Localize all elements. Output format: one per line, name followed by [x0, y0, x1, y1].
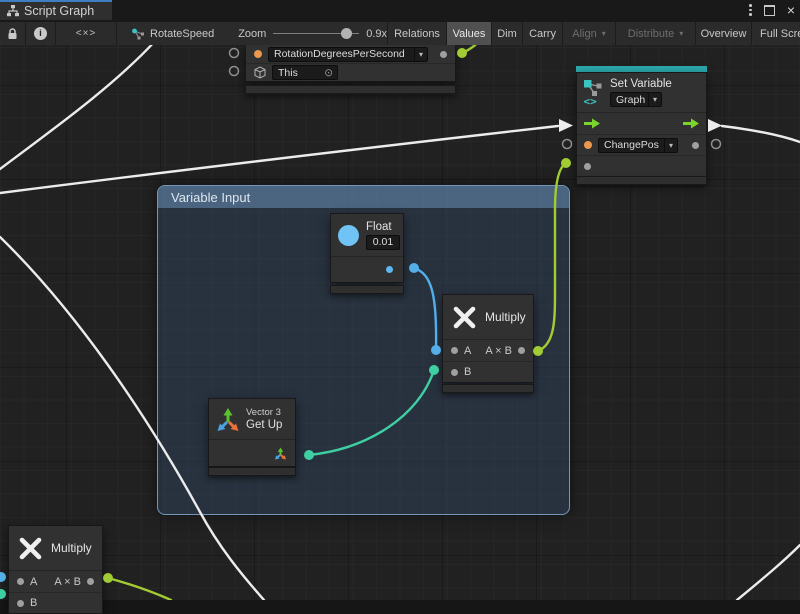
toolbar-button-dim[interactable]: Dim [492, 22, 522, 45]
node-vector3-get-up[interactable]: Vector 3 Get Up [208, 398, 296, 467]
info-button[interactable]: i [26, 22, 55, 45]
zoom-slider-handle[interactable] [341, 28, 352, 39]
float-value-field[interactable]: 0.01 [366, 235, 400, 250]
variable-output-port[interactable] [692, 142, 699, 149]
node-title: Multiply [485, 310, 526, 324]
node-set-variable[interactable]: <> Set Variable Graph ▾ ChangePos ▾ [576, 72, 707, 177]
flow-row [577, 113, 706, 134]
group-title: Variable Input [171, 190, 250, 205]
multiply-a-row: A A × B [443, 340, 533, 361]
variable-name-port[interactable] [254, 50, 262, 58]
multiply-b-row: B [443, 361, 533, 382]
graph-variable-icon: <> [583, 79, 604, 106]
multiply-a-row: A A × B [9, 571, 102, 592]
input-b-port[interactable] [451, 369, 458, 376]
node-get-variable[interactable]: RotationDegreesPerSecond ▾ This ⊙ [245, 44, 456, 82]
lock-button[interactable] [0, 22, 25, 45]
node-footer [330, 285, 404, 294]
float-output-port[interactable] [386, 266, 393, 273]
node-title: Multiply [51, 541, 92, 555]
variable-scope-dropdown[interactable]: Graph ▾ [610, 92, 662, 107]
toolbar-button-overview[interactable]: Overview [696, 22, 751, 45]
chevron-down-icon: ▾ [648, 93, 661, 106]
node-footer [245, 85, 456, 94]
zoom-value: 0.9x [366, 28, 387, 40]
input-a-port[interactable] [451, 347, 458, 354]
toolbar-button-align[interactable]: Align▾ [563, 22, 615, 45]
value-input-row [577, 155, 706, 176]
multiply-x-icon [18, 536, 43, 561]
float-output-row [331, 257, 403, 282]
value-input-port[interactable] [584, 163, 591, 170]
node-multiply[interactable]: Multiply A A × B B [442, 294, 534, 383]
group-header[interactable]: Variable Input [158, 186, 569, 208]
node-type-label: Vector 3 [246, 407, 282, 418]
node-multiply-bottom[interactable]: Multiply A A × B B [8, 525, 103, 614]
chevron-down-icon: ▾ [664, 139, 677, 152]
variable-value-output-port[interactable] [440, 51, 447, 58]
multiply-b-row: B [9, 592, 102, 613]
vector3-output-port[interactable] [274, 447, 287, 460]
node-float-literal[interactable]: Float 0.01 [330, 213, 404, 283]
tab-bar: Script Graph × [0, 0, 800, 22]
node-title: Get Up [246, 419, 282, 431]
tab-title: Script Graph [24, 4, 94, 18]
close-icon[interactable]: × [787, 4, 795, 16]
object-picker-icon[interactable]: ⊙ [320, 67, 337, 79]
result-output-port[interactable] [518, 347, 525, 354]
variable-name-port[interactable] [584, 141, 592, 149]
info-icon: i [34, 27, 47, 40]
maximize-icon[interactable] [764, 5, 775, 16]
script-graph-icon [7, 5, 19, 17]
result-output-port[interactable] [87, 578, 94, 585]
code-icon: <×> [76, 28, 97, 39]
node-footer [442, 384, 534, 393]
node-footer [208, 467, 296, 476]
chevron-down-icon[interactable]: ▾ [414, 48, 427, 61]
lock-icon [7, 27, 18, 40]
node-footer [576, 176, 707, 185]
vector3-arrows-icon [215, 406, 241, 432]
variable-name-dropdown[interactable]: ChangePos ▾ [598, 138, 678, 153]
flow-input-port[interactable] [584, 118, 600, 129]
chevron-down-icon: ▾ [602, 29, 606, 38]
zoom-label: Zoom [238, 28, 266, 40]
get-variable-target-row: This ⊙ [246, 63, 455, 81]
set-variable-name-row: ChangePos ▾ [577, 134, 706, 155]
code-view-button[interactable]: <×> [56, 22, 116, 45]
window-menu-icon[interactable] [749, 4, 752, 16]
input-a-port[interactable] [17, 578, 24, 585]
input-b-port[interactable] [17, 600, 24, 607]
variable-name-dropdown[interactable]: RotationDegreesPerSecond ▾ [268, 47, 428, 62]
cube-icon [254, 66, 266, 79]
toolbar: i <×> RotateSpeed Zoom 0.9x Relations Va… [0, 22, 800, 45]
chevron-down-icon: ▾ [679, 29, 683, 38]
tab-script-graph[interactable]: Script Graph [0, 0, 112, 20]
toolbar-button-relations[interactable]: Relations [388, 22, 446, 45]
graph-info-segment: RotateSpeed Zoom 0.9x [117, 22, 387, 45]
toolbar-button-values[interactable]: Values [447, 22, 491, 45]
svg-text:<>: <> [584, 95, 598, 106]
multiply-x-icon [452, 305, 477, 330]
node-title: Set Variable [610, 78, 672, 90]
get-variable-name-row: RotationDegreesPerSecond ▾ [246, 45, 455, 63]
toolbar-button-fullscreen[interactable]: Full Screen [752, 22, 800, 45]
vector-output-row [209, 440, 295, 466]
graph-name: RotateSpeed [150, 28, 214, 40]
zoom-slider[interactable] [273, 33, 359, 34]
toolbar-button-carry[interactable]: Carry [523, 22, 562, 45]
node-title: Float [366, 221, 392, 233]
float-type-icon [338, 225, 359, 246]
target-object-field[interactable]: This ⊙ [272, 65, 338, 80]
graph-icon [131, 28, 145, 40]
toolbar-button-distribute[interactable]: Distribute▾ [616, 22, 695, 45]
flow-output-port[interactable] [683, 118, 699, 129]
